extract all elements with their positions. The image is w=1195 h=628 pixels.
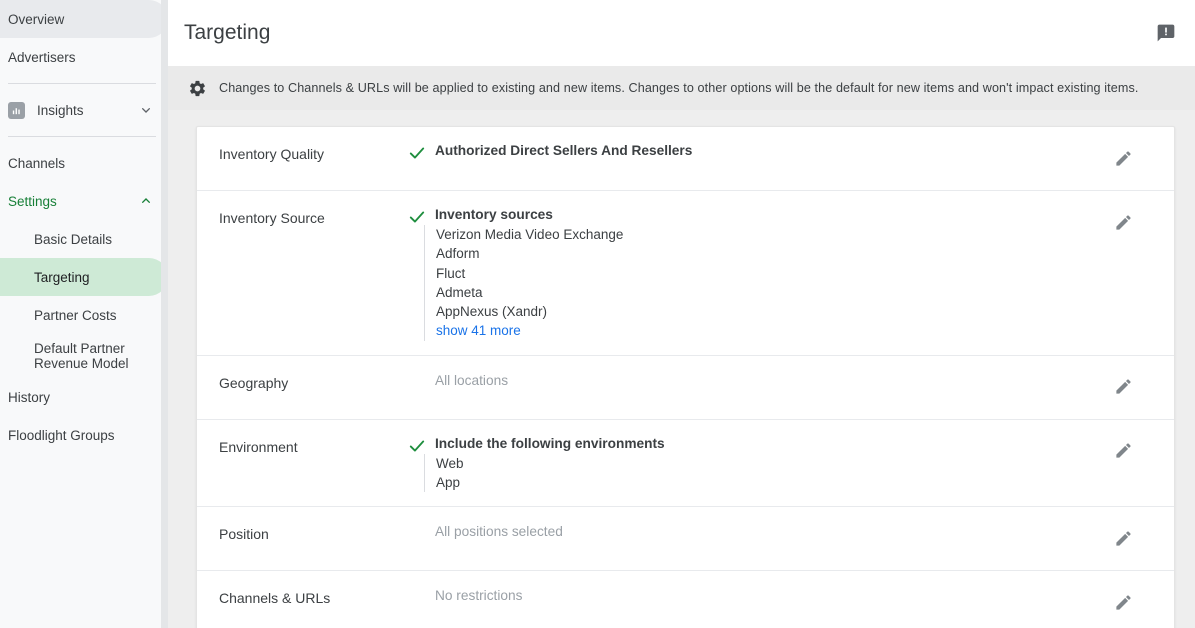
- targeting-row: Position All positions selected: [197, 507, 1174, 572]
- row-sublist: Web App: [424, 453, 1114, 493]
- sidebar-item-label: Channels: [8, 155, 66, 171]
- sidebar-item-label: Targeting: [34, 269, 90, 285]
- sidebar-item-advertisers[interactable]: Advertisers: [0, 38, 168, 76]
- sidebar-item-floodlight-groups[interactable]: Floodlight Groups: [0, 416, 168, 454]
- row-value: Include the following environments Web App: [407, 434, 1174, 493]
- row-value: Inventory sources Verizon Media Video Exc…: [407, 205, 1174, 341]
- sidebar: Overview Advertisers Insights Channels Setti…: [0, 0, 168, 628]
- targeting-row: Environment Include the following environ…: [197, 420, 1174, 508]
- row-value-placeholder: All positions selected: [435, 524, 563, 540]
- sidebar-item-label: Advertisers: [8, 49, 76, 65]
- pencil-icon[interactable]: [1108, 436, 1138, 466]
- show-more-link[interactable]: show 41 more: [436, 321, 1114, 340]
- sidebar-item-label: Partner Costs: [34, 307, 117, 323]
- sidebar-item-label: History: [8, 389, 51, 405]
- check-icon: [407, 141, 435, 176]
- row-label: Environment: [219, 438, 298, 455]
- row-value-body: Inventory sources Verizon Media Video Exc…: [424, 205, 1114, 341]
- row-label: Geography: [219, 374, 289, 391]
- row-value-body: Authorized Direct Sellers And Resellers: [435, 141, 1114, 176]
- sidebar-item-overview[interactable]: Overview: [0, 0, 168, 38]
- gear-icon: [188, 79, 207, 98]
- pencil-icon[interactable]: [1108, 207, 1138, 237]
- row-value-placeholder: No restrictions: [435, 588, 523, 604]
- sidebar-item-label: Overview: [8, 11, 65, 27]
- sublist-item: Admeta: [436, 284, 483, 300]
- row-value: All locations: [407, 370, 1174, 405]
- check-placeholder: [407, 370, 435, 405]
- targeting-row: Inventory Quality Authorized Direct Selle…: [197, 127, 1174, 191]
- row-value-title: Inventory sources: [435, 207, 553, 222]
- sidebar-item-label: Floodlight Groups: [8, 427, 115, 443]
- sublist-item: Fluct: [436, 265, 466, 281]
- row-value-placeholder: All locations: [435, 372, 509, 388]
- sidebar-item-insights[interactable]: Insights: [0, 91, 168, 129]
- sublist-item: Adform: [436, 246, 480, 262]
- row-value: No restrictions: [407, 585, 1174, 621]
- sublist-item: Verizon Media Video Exchange: [436, 227, 624, 242]
- row-label: Inventory Source: [219, 210, 325, 226]
- sidebar-item-partner-costs[interactable]: Partner Costs: [0, 296, 168, 334]
- sidebar-scrollbar-thumb[interactable]: [161, 0, 168, 628]
- nav-divider-top: [8, 83, 156, 84]
- main-content: Targeting Changes to Channels & URLs wil…: [168, 0, 1195, 628]
- row-label: Inventory Quality: [219, 146, 325, 162]
- pencil-icon[interactable]: [1108, 372, 1138, 402]
- pencil-icon[interactable]: [1108, 523, 1138, 553]
- nav-divider-bottom: [8, 136, 156, 137]
- row-value-body: No restrictions: [435, 585, 1114, 621]
- row-value: Authorized Direct Sellers And Resellers: [407, 141, 1174, 176]
- sublist-item: Web: [436, 455, 464, 471]
- sidebar-item-label: Basic Details: [34, 231, 113, 247]
- sublist-item: App: [436, 475, 461, 491]
- row-value-body: All positions selected: [435, 521, 1114, 556]
- pencil-icon[interactable]: [1108, 143, 1138, 173]
- sidebar-item-label: Settings: [8, 193, 57, 209]
- sidebar-item-label: Default Partner Revenue Model: [34, 341, 129, 371]
- top-bar: Targeting: [168, 0, 1195, 66]
- sidebar-item-targeting[interactable]: Targeting: [0, 258, 168, 296]
- row-label: Channels & URLs: [219, 590, 331, 607]
- sidebar-item-channels[interactable]: Channels: [0, 144, 168, 182]
- row-label: Position: [219, 526, 269, 543]
- check-placeholder: [407, 521, 435, 556]
- sidebar-item-settings[interactable]: Settings: [0, 182, 168, 220]
- chevron-down-icon[interactable]: [138, 102, 154, 118]
- feedback-icon[interactable]: [1151, 18, 1181, 48]
- pencil-icon[interactable]: [1108, 587, 1138, 617]
- sidebar-scrollbar-track[interactable]: [161, 0, 168, 628]
- sidebar-item-default-partner-revenue-model[interactable]: Default Partner Revenue Model: [0, 334, 168, 378]
- app-root: Overview Advertisers Insights Channels Setti…: [0, 0, 1195, 628]
- info-banner: Changes to Channels & URLs will be appli…: [168, 66, 1195, 110]
- row-value-title: Authorized Direct Sellers And Resellers: [435, 143, 693, 158]
- targeting-row: Inventory Source Inventory sources Verizon…: [197, 191, 1174, 356]
- targeting-row: Channels & URLs No restrictions: [197, 571, 1174, 628]
- check-placeholder: [407, 585, 435, 621]
- sidebar-item-history[interactable]: History: [0, 378, 168, 416]
- row-value-title: Include the following environments: [435, 435, 665, 451]
- targeting-row: Geography All locations: [197, 356, 1174, 420]
- bar-chart-icon: [8, 101, 25, 119]
- row-value-body: All locations: [435, 370, 1114, 405]
- row-sublist: Verizon Media Video Exchange Adform Fluct A…: [424, 225, 1114, 341]
- sidebar-item-label: Insights: [37, 102, 84, 118]
- sidebar-item-basic-details[interactable]: Basic Details: [0, 220, 168, 258]
- targeting-card: Inventory Quality Authorized Direct Selle…: [196, 126, 1175, 628]
- sublist-item: AppNexus (Xandr): [436, 304, 548, 320]
- banner-text: Changes to Channels & URLs will be appli…: [219, 81, 1139, 95]
- chevron-up-icon[interactable]: [138, 193, 154, 209]
- page-title: Targeting: [184, 21, 271, 44]
- row-value: All positions selected: [407, 521, 1174, 556]
- row-value-body: Include the following environments Web App: [424, 434, 1114, 493]
